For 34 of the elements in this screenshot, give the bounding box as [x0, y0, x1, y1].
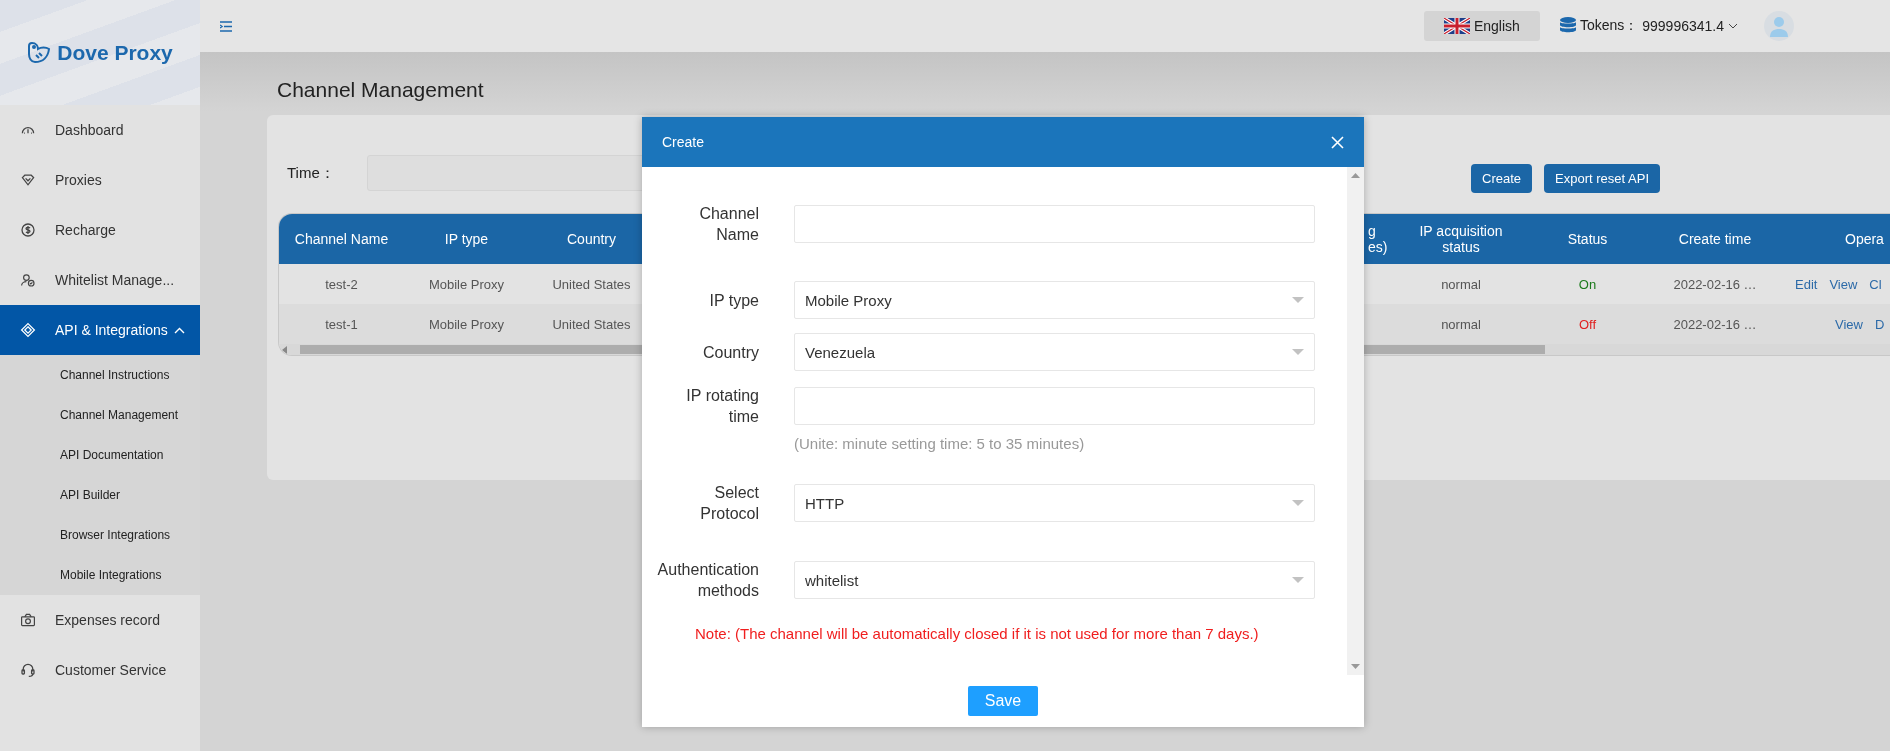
- dialog-title: Create: [662, 134, 705, 150]
- table-cell-text: Mobile Proxy: [427, 275, 506, 294]
- status-text: On: [1577, 275, 1598, 294]
- table-cell-text: United States: [551, 275, 632, 294]
- column-header: g es): [1368, 223, 1389, 255]
- page-title: Channel Management: [277, 78, 485, 102]
- hint-text: (Unite: minute setting time: 5 to 35 minutes): [794, 435, 1086, 452]
- table-cell-text: Mobile Proxy: [427, 315, 506, 334]
- field-label: IP type: [708, 290, 759, 311]
- field-label: IP rotating time: [685, 386, 759, 427]
- column-header: Channel Name: [293, 230, 390, 249]
- table-cell-text: test-2: [324, 275, 359, 294]
- table-cell-text: 2022-02-16 …: [1672, 315, 1758, 334]
- column-header: IP acquisition status: [1418, 222, 1504, 257]
- tokens-value: 999996341.4: [1642, 18, 1724, 34]
- table-cell-text: normal: [1440, 315, 1482, 334]
- column-header: Create time: [1677, 230, 1753, 249]
- brand-name: Dove Proxy: [57, 40, 173, 65]
- column-header: IP type: [443, 230, 490, 249]
- status-text: Off: [1577, 315, 1598, 334]
- field-label: Select Protocol: [699, 483, 759, 524]
- tokens-label: Tokens：: [1579, 17, 1639, 35]
- column-header: Opera: [1844, 230, 1885, 249]
- table-cell-text: 2022-02-16 …: [1672, 275, 1758, 294]
- table-cell-text: normal: [1440, 275, 1482, 294]
- table-cell-text: United States: [551, 315, 632, 334]
- table-cell-text: test-1: [324, 315, 359, 334]
- field-label: Authentication methods: [656, 560, 759, 601]
- column-header: Country: [566, 230, 617, 249]
- time-label: Time：: [287, 163, 336, 183]
- field-label: Channel Name: [698, 204, 759, 245]
- field-label: Country: [701, 342, 759, 363]
- column-header: Status: [1566, 230, 1609, 249]
- note-text: Note: (The channel will be automatically closed if it is not used for more than 7 days.): [695, 625, 1260, 642]
